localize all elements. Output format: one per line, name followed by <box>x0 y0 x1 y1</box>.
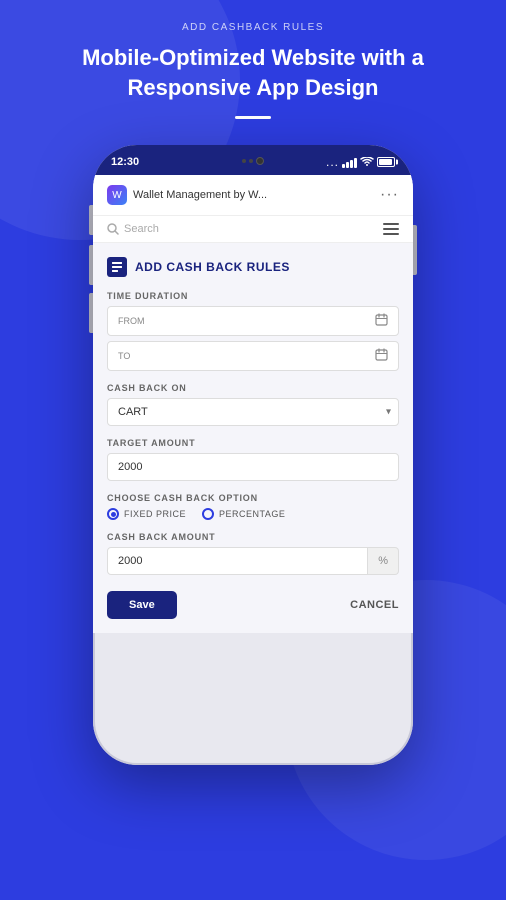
wifi-icon <box>360 157 374 167</box>
choose-option-group: CHOOSE CASH BACK OPTION FIXED PRICE PERC… <box>107 493 399 520</box>
time-duration-inputs: FROM TO <box>107 306 399 371</box>
list-icon <box>111 261 123 273</box>
status-icons: ... <box>326 155 395 169</box>
cashback-input-row: % <box>107 547 399 575</box>
time-duration-label: TIME DURATION <box>107 291 399 301</box>
power-button <box>413 225 417 275</box>
cashback-amount-input[interactable] <box>107 547 368 575</box>
target-amount-group: TARGET AMOUNT <box>107 438 399 481</box>
status-extra-dots: ... <box>326 155 339 169</box>
target-amount-label: TARGET AMOUNT <box>107 438 399 448</box>
status-bar: 12:30 ... <box>93 145 413 175</box>
header-area: ADD CASHBACK RULES Mobile-Optimized Webs… <box>0 0 506 135</box>
radio-group: FIXED PRICE PERCENTAGE <box>107 508 399 520</box>
notch-dot-2 <box>249 159 253 163</box>
time-duration-group: TIME DURATION FROM <box>107 291 399 371</box>
phone-frame: 12:30 ... <box>93 145 413 765</box>
fixed-price-option[interactable]: FIXED PRICE <box>107 508 186 520</box>
percentage-label: PERCENTAGE <box>219 509 285 519</box>
header-subtitle: ADD CASHBACK RULES <box>0 22 506 33</box>
section-title-row: ADD CASH BACK RULES <box>107 257 399 277</box>
from-label: FROM <box>118 316 145 326</box>
header-title: Mobile-Optimized Website with a Responsi… <box>0 43 506 102</box>
cash-back-on-select-wrapper: CART PRODUCT CATEGORY ▾ <box>107 398 399 426</box>
app-more-button[interactable]: ··· <box>380 186 399 204</box>
percentage-option[interactable]: PERCENTAGE <box>202 508 285 520</box>
cash-back-amount-label: CASH BACK AMOUNT <box>107 532 399 542</box>
app-bar: W Wallet Management by W... ··· <box>93 175 413 216</box>
notch-dot-1 <box>242 159 246 163</box>
from-calendar-icon[interactable] <box>375 313 388 329</box>
notch-camera <box>256 157 264 165</box>
cancel-button[interactable]: CANCEL <box>350 599 399 611</box>
fixed-price-label: FIXED PRICE <box>124 509 186 519</box>
header-divider <box>235 116 271 119</box>
target-amount-input[interactable] <box>107 453 399 481</box>
search-input-area[interactable]: Search <box>107 223 383 235</box>
percentage-radio[interactable] <box>202 508 214 520</box>
percent-badge: % <box>368 547 399 575</box>
app-icon: W <box>107 185 127 205</box>
section-icon <box>107 257 127 277</box>
choose-option-label: CHOOSE CASH BACK OPTION <box>107 493 399 503</box>
save-button[interactable]: Save <box>107 591 177 619</box>
search-bar: Search <box>93 216 413 243</box>
app-title: Wallet Management by W... <box>133 189 267 201</box>
to-field[interactable]: TO <box>107 341 399 371</box>
cash-back-on-group: CASH BACK ON CART PRODUCT CATEGORY ▾ <box>107 383 399 426</box>
status-time: 12:30 <box>111 156 139 168</box>
from-field[interactable]: FROM <box>107 306 399 336</box>
cash-back-on-label: CASH BACK ON <box>107 383 399 393</box>
search-placeholder: Search <box>124 223 159 235</box>
app-bar-left: W Wallet Management by W... <box>107 185 267 205</box>
button-row: Save CANCEL <box>107 591 399 619</box>
to-label: TO <box>118 351 130 361</box>
search-icon <box>107 223 119 235</box>
app-icon-inner: W <box>112 190 121 201</box>
notch <box>242 157 264 165</box>
cash-back-on-select[interactable]: CART PRODUCT CATEGORY <box>107 398 399 426</box>
cash-back-amount-group: CASH BACK AMOUNT % <box>107 532 399 575</box>
signal-icon <box>342 156 357 168</box>
fixed-price-radio[interactable] <box>107 508 119 520</box>
phone-container: 12:30 ... <box>93 135 413 765</box>
battery-icon <box>377 157 395 167</box>
main-content: ADD CASH BACK RULES TIME DURATION FROM <box>93 243 413 633</box>
hamburger-menu-icon[interactable] <box>383 223 399 235</box>
section-title: ADD CASH BACK RULES <box>135 260 290 274</box>
to-calendar-icon[interactable] <box>375 348 388 364</box>
